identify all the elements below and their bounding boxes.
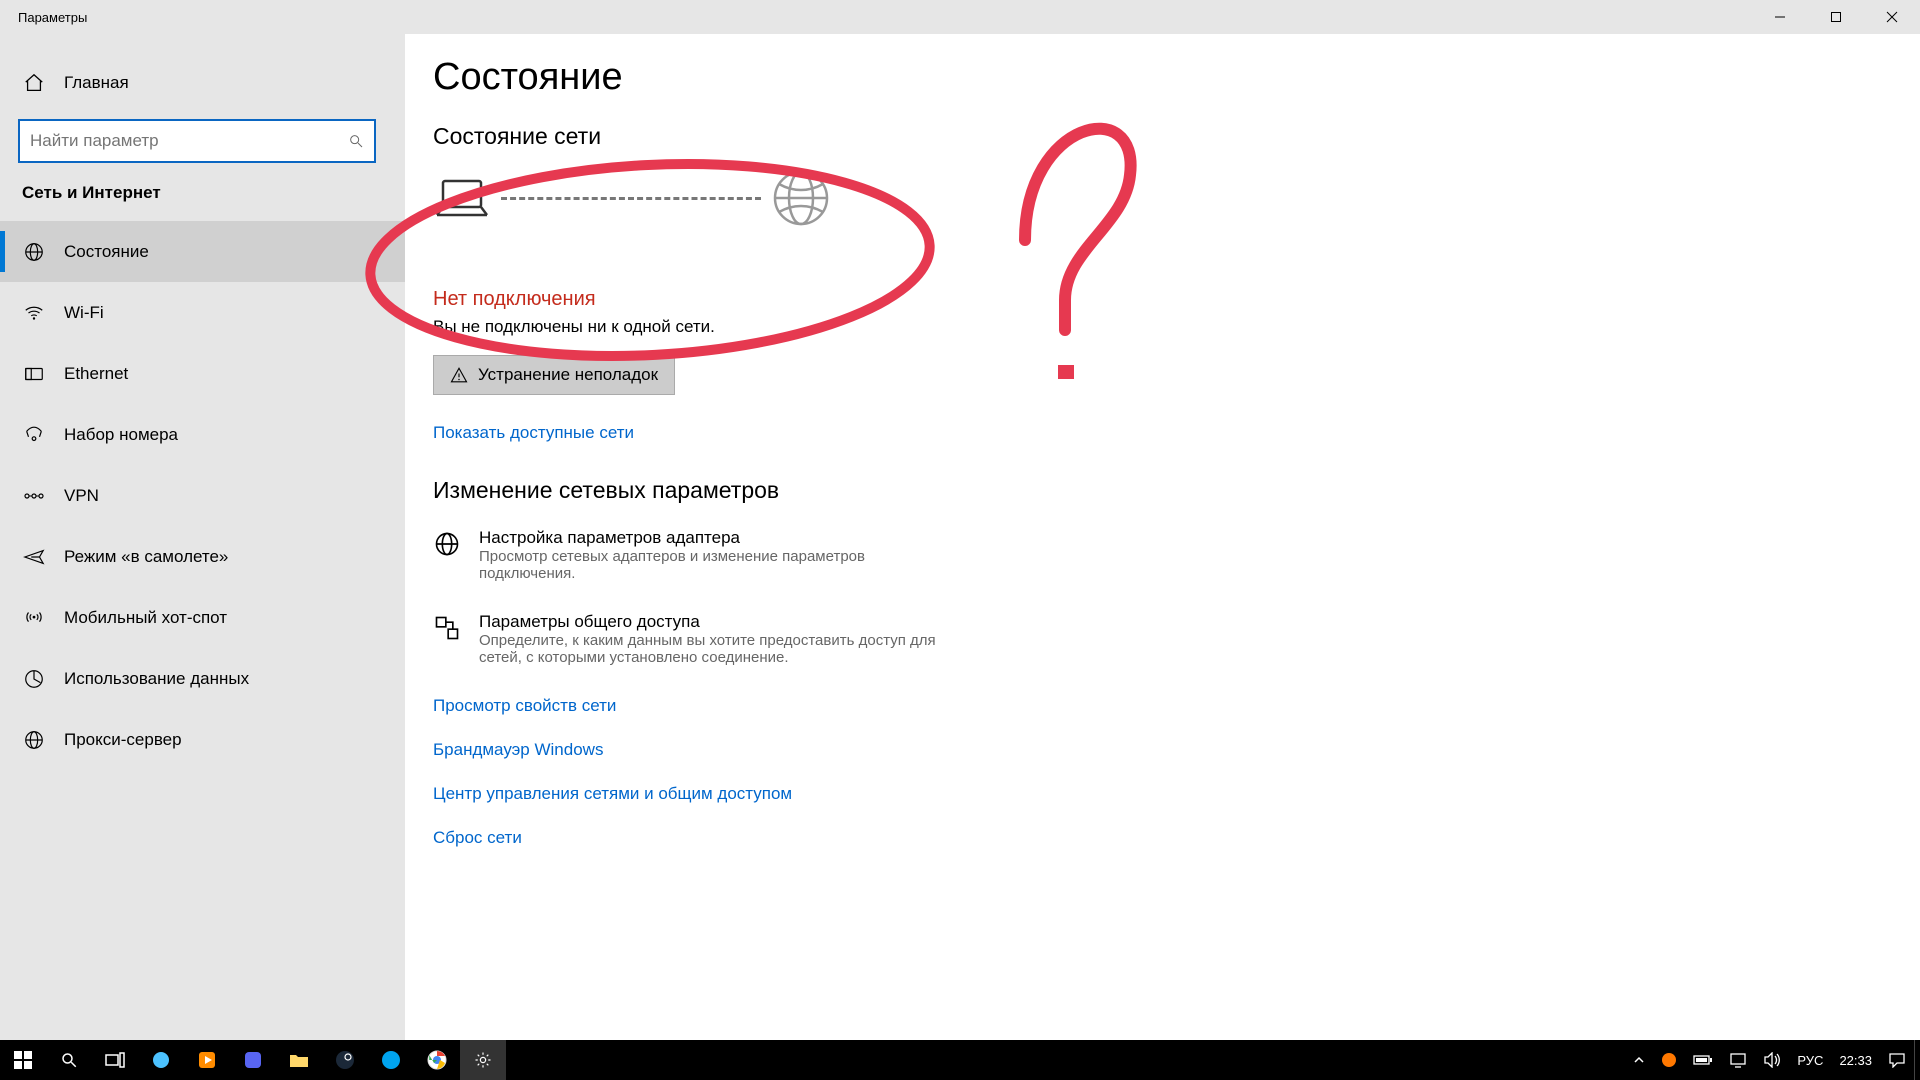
option-desc: Просмотр сетевых адаптеров и изменение п…	[479, 548, 963, 582]
start-button[interactable]	[0, 1040, 46, 1080]
search-input-wrap[interactable]	[18, 119, 376, 163]
taskbar-app-1[interactable]	[138, 1040, 184, 1080]
network-diagram	[433, 168, 1920, 228]
task-view-button[interactable]	[92, 1040, 138, 1080]
hotspot-icon	[22, 606, 46, 630]
link-network-props[interactable]: Просмотр свойств сети	[433, 696, 1920, 716]
sharing-icon	[433, 614, 461, 642]
vpn-icon	[22, 484, 46, 508]
tray-overflow-button[interactable]	[1625, 1040, 1653, 1080]
tray-avast-icon[interactable]	[1653, 1040, 1685, 1080]
link-network-center[interactable]: Центр управления сетями и общим доступом	[433, 784, 1920, 804]
sidebar-item-label: Использование данных	[64, 669, 249, 689]
dialup-icon	[22, 423, 46, 447]
globe-large-icon	[771, 168, 831, 228]
taskbar-search-button[interactable]	[46, 1040, 92, 1080]
connection-line	[501, 197, 761, 200]
sidebar-item-wifi[interactable]: Wi-Fi	[0, 282, 405, 343]
sidebar-item-vpn[interactable]: VPN	[0, 465, 405, 526]
taskbar-app-discord[interactable]	[230, 1040, 276, 1080]
sidebar-item-label: Мобильный хот-спот	[64, 608, 227, 628]
option-title: Параметры общего доступа	[479, 612, 963, 632]
tray-volume-icon[interactable]	[1755, 1040, 1789, 1080]
option-adapter-settings[interactable]: Настройка параметров адаптера Просмотр с…	[433, 528, 963, 582]
sidebar-home-label: Главная	[64, 73, 129, 93]
globe-icon	[22, 240, 46, 264]
sidebar-category: Сеть и Интернет	[0, 177, 405, 221]
link-firewall[interactable]: Брандмауэр Windows	[433, 740, 1920, 760]
sidebar-item-airplane[interactable]: Режим «в самолете»	[0, 526, 405, 587]
search-icon	[348, 133, 364, 149]
tray-clock[interactable]: 22:33	[1831, 1040, 1880, 1080]
tray-battery-icon[interactable]	[1685, 1040, 1721, 1080]
taskbar-app-2[interactable]	[184, 1040, 230, 1080]
window-minimize-button[interactable]	[1752, 0, 1808, 34]
taskbar-app-4[interactable]	[368, 1040, 414, 1080]
sidebar-item-dialup[interactable]: Набор номера	[0, 404, 405, 465]
sidebar-item-hotspot[interactable]: Мобильный хот-спот	[0, 587, 405, 648]
link-network-reset[interactable]: Сброс сети	[433, 828, 1920, 848]
sidebar-item-label: VPN	[64, 486, 99, 506]
sidebar-item-label: Ethernet	[64, 364, 128, 384]
sidebar-item-data-usage[interactable]: Использование данных	[0, 648, 405, 709]
option-sharing[interactable]: Параметры общего доступа Определите, к к…	[433, 612, 963, 666]
adapter-icon	[433, 530, 461, 558]
search-input[interactable]	[30, 131, 348, 151]
wifi-icon	[22, 301, 46, 325]
troubleshoot-label: Устранение неполадок	[478, 365, 658, 385]
window-close-button[interactable]	[1864, 0, 1920, 34]
sidebar-item-label: Прокси-сервер	[64, 730, 182, 750]
window-maximize-button[interactable]	[1808, 0, 1864, 34]
show-networks-link[interactable]: Показать доступные сети	[433, 423, 634, 443]
tray-action-center[interactable]	[1880, 1040, 1914, 1080]
taskbar-app-settings[interactable]	[460, 1040, 506, 1080]
proxy-icon	[22, 728, 46, 752]
taskbar-app-steam[interactable]	[322, 1040, 368, 1080]
data-usage-icon	[22, 667, 46, 691]
tray-language[interactable]: РУС	[1789, 1040, 1831, 1080]
show-desktop-button[interactable]	[1914, 1040, 1920, 1080]
ethernet-icon	[22, 362, 46, 386]
warning-icon	[450, 366, 468, 384]
laptop-icon	[433, 175, 491, 221]
no-connection-title: Нет подключения	[433, 288, 1920, 311]
troubleshoot-button[interactable]: Устранение неполадок	[433, 355, 675, 395]
sidebar-home[interactable]: Главная	[0, 52, 405, 113]
sidebar-item-proxy[interactable]: Прокси-сервер	[0, 709, 405, 770]
page-title: Состояние	[433, 56, 1920, 99]
sidebar-item-status[interactable]: Состояние	[0, 221, 405, 282]
airplane-icon	[22, 545, 46, 569]
section-network-state: Состояние сети	[433, 123, 1920, 150]
option-title: Настройка параметров адаптера	[479, 528, 963, 548]
taskbar-app-chrome[interactable]	[414, 1040, 460, 1080]
sidebar-item-label: Wi-Fi	[64, 303, 104, 323]
home-icon	[22, 71, 46, 95]
no-connection-desc: Вы не подключены ни к одной сети.	[433, 317, 1920, 337]
taskbar-app-explorer[interactable]	[276, 1040, 322, 1080]
sidebar-item-label: Состояние	[64, 242, 149, 262]
option-desc: Определите, к каким данным вы хотите пре…	[479, 632, 963, 666]
tray-network-icon[interactable]	[1721, 1040, 1755, 1080]
window-title: Параметры	[18, 10, 87, 25]
sidebar-item-label: Режим «в самолете»	[64, 547, 228, 567]
sidebar-item-label: Набор номера	[64, 425, 178, 445]
section-change-settings: Изменение сетевых параметров	[433, 477, 1920, 504]
sidebar-item-ethernet[interactable]: Ethernet	[0, 343, 405, 404]
